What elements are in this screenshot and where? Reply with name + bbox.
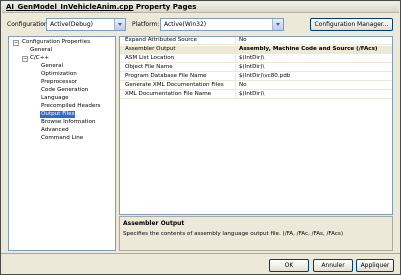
tree-node-advanced[interactable]: Advanced: [41, 127, 69, 134]
property-name: Assembler Output: [125, 46, 176, 52]
cancel-button[interactable]: Annuler: [313, 259, 353, 272]
tree-node-command-line[interactable]: Command Line: [41, 135, 83, 142]
window-title-filename: AI_GenModel_InVehicleAnim.cpp: [6, 3, 134, 11]
tree-node-browse-information[interactable]: Browse Information: [41, 119, 96, 126]
column-divider: [235, 55, 236, 63]
ok-button[interactable]: OK: [269, 259, 309, 272]
configuration-label: Configuration:: [7, 21, 50, 28]
tree-node-cpp-general[interactable]: General: [41, 63, 63, 70]
tree-node-configuration-properties[interactable]: Configuration Properties: [22, 39, 90, 46]
tree-node-optimization[interactable]: Optimization: [41, 71, 77, 78]
tree-node-output-files[interactable]: Output Files: [40, 111, 76, 118]
property-value[interactable]: $(IntDir)\: [239, 91, 264, 98]
configuration-dropdown[interactable]: Active(Debug): [46, 18, 126, 31]
property-row-selected[interactable]: Assembler Output Assembly, Machine Code …: [120, 46, 392, 54]
description-panel: Assembler Output Specifies the contents …: [119, 216, 393, 251]
tree-node-general[interactable]: General: [30, 47, 52, 54]
column-divider: [235, 82, 236, 90]
property-name: Expand Attributed Source: [125, 37, 197, 43]
property-value[interactable]: Assembly, Machine Code and Source (/FAcs…: [239, 46, 377, 53]
description-title: Assembler Output: [123, 220, 185, 227]
configuration-bar: Configuration: Active(Debug) Platform: A…: [1, 15, 400, 35]
column-divider: [235, 37, 236, 45]
title-bar: AI_GenModel_InVehicleAnim.cpp Property P…: [2, 2, 399, 13]
property-row[interactable]: XML Documentation File Name $(IntDir)\: [120, 91, 392, 99]
tree-node-language[interactable]: Language: [41, 95, 69, 102]
property-row[interactable]: Object File Name $(IntDir)\: [120, 64, 392, 72]
property-pages-dialog: AI_GenModel_InVehicleAnim.cpp Property P…: [0, 0, 401, 275]
window-title-suffix: Property Pages: [133, 3, 197, 11]
property-row[interactable]: Program Database File Name $(IntDir)\vc8…: [120, 73, 392, 81]
property-grid[interactable]: Expand Attributed Source No Assembler Ou…: [119, 36, 393, 215]
tree-node-cpp[interactable]: C/C++: [30, 55, 49, 62]
property-name: Generate XML Documentation Files: [125, 82, 224, 88]
platform-dropdown[interactable]: Active(Win32): [160, 18, 284, 31]
property-value[interactable]: No: [239, 82, 247, 89]
collapse-icon[interactable]: −: [22, 56, 28, 62]
platform-label: Platform:: [132, 21, 160, 28]
property-name: Object File Name: [125, 64, 173, 70]
property-row[interactable]: Generate XML Documentation Files No: [120, 82, 392, 90]
property-name: ASM List Location: [125, 55, 175, 61]
configuration-value: Active(Debug): [50, 21, 93, 28]
tree-node-preprocessor[interactable]: Preprocessor: [41, 79, 77, 86]
apply-button[interactable]: Appliquer: [356, 259, 394, 272]
divider: [1, 253, 400, 254]
property-value[interactable]: $(IntDir)\: [239, 64, 264, 71]
chevron-down-icon[interactable]: [272, 19, 283, 30]
window-title: AI_GenModel_InVehicleAnim.cpp Property P…: [6, 3, 196, 11]
property-value[interactable]: $(IntDir)\: [239, 55, 264, 62]
property-tree[interactable]: − Configuration Properties General − C/C…: [8, 36, 116, 251]
description-text: Specifies the contents of assembly langu…: [123, 231, 344, 237]
property-row[interactable]: Expand Attributed Source No: [120, 37, 392, 45]
chevron-down-icon[interactable]: [114, 19, 125, 30]
property-row[interactable]: ASM List Location $(IntDir)\: [120, 55, 392, 63]
column-divider: [235, 73, 236, 81]
tree-node-precompiled-headers[interactable]: Precompiled Headers: [41, 103, 101, 110]
property-value[interactable]: No: [239, 37, 247, 44]
property-name: XML Documentation File Name: [125, 91, 212, 97]
tree-node-code-generation[interactable]: Code Generation: [41, 87, 88, 94]
column-divider: [235, 46, 236, 54]
configuration-manager-button[interactable]: Configuration Manager...: [310, 18, 393, 31]
column-divider: [235, 91, 236, 99]
collapse-icon[interactable]: −: [13, 40, 19, 46]
column-divider: [235, 64, 236, 72]
property-name: Program Database File Name: [125, 73, 207, 79]
platform-value: Active(Win32): [164, 21, 207, 28]
property-value[interactable]: $(IntDir)\vc80.pdb: [239, 73, 290, 80]
